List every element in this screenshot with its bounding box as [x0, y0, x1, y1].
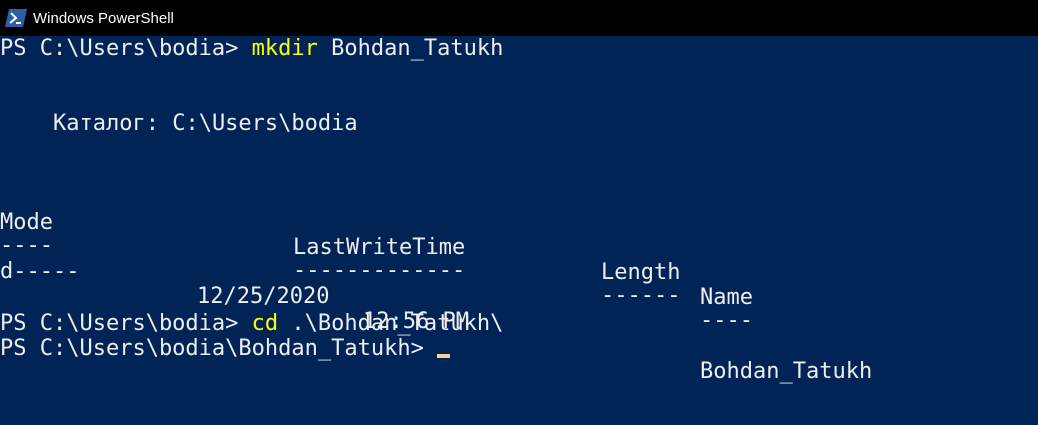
- command-argument: .\Bohdan_Tatukh\: [291, 311, 504, 336]
- prompt: PS C:\Users\bodia>: [0, 36, 239, 61]
- command: cd: [251, 311, 279, 336]
- underline-name: ----: [700, 308, 753, 333]
- underline-length: ------: [601, 283, 681, 308]
- header-name: Name: [700, 285, 753, 310]
- text-cursor: [436, 354, 450, 358]
- current-prompt-line[interactable]: PS C:\Users\bodia\Bohdan_Tatukh>: [0, 336, 450, 361]
- powershell-icon: [4, 7, 28, 29]
- underline-lastwritetime: -------------: [293, 258, 466, 283]
- row-name: Bohdan_Tatukh: [700, 359, 873, 384]
- window-title: Windows PowerShell: [33, 9, 174, 27]
- title-bar[interactable]: Windows PowerShell: [0, 0, 1038, 36]
- table-underline-row: ---- ------------- ------ ----: [0, 208, 1038, 333]
- header-length: Length: [601, 260, 681, 285]
- table-row: d----- 12/25/2020 12:56 PM Bohdan_Tatukh: [0, 234, 1038, 384]
- command-line-cd: PS C:\Users\bodia> cd .\Bohdan_Tatukh\: [0, 311, 503, 336]
- directory-label: Каталог: C:\Users\bodia: [53, 111, 358, 136]
- command: mkdir: [251, 36, 318, 61]
- command-line-mkdir: PS C:\Users\bodia> mkdir Bohdan_Tatukh: [0, 36, 503, 61]
- row-mode: d-----: [0, 259, 80, 284]
- console-area[interactable]: PS C:\Users\bodia> mkdir Bohdan_Tatukh К…: [0, 36, 1038, 425]
- table-header-row: Mode LastWriteTime Length Name: [0, 185, 1038, 310]
- prompt: PS C:\Users\bodia>: [0, 311, 239, 336]
- row-date: 12/25/2020: [197, 284, 330, 309]
- command-argument: Bohdan_Tatukh: [331, 36, 504, 61]
- prompt: PS C:\Users\bodia\Bohdan_Tatukh>: [0, 336, 424, 361]
